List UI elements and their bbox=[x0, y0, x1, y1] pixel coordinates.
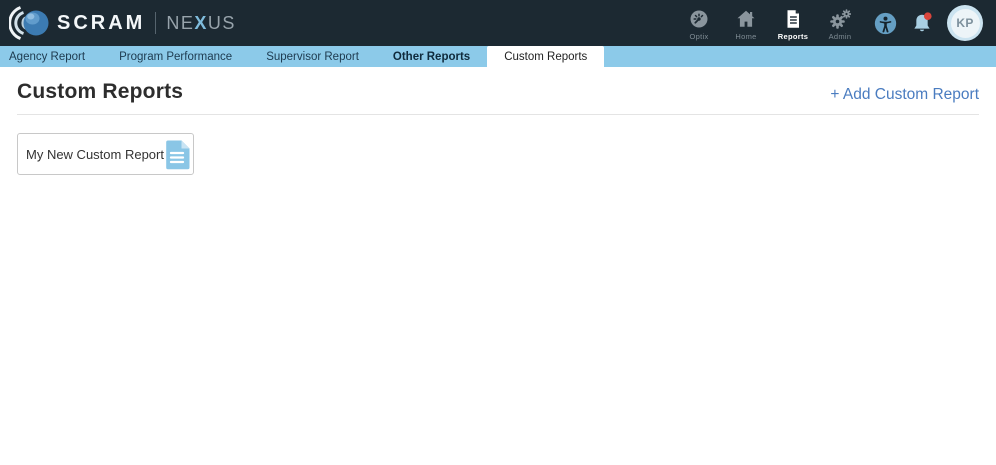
tab-other-reports[interactable]: Other Reports bbox=[376, 46, 487, 67]
topbar-actions: Optix Home bbox=[682, 5, 983, 41]
tab-agency-report[interactable]: Agency Report bbox=[0, 46, 102, 67]
notification-badge bbox=[924, 12, 932, 20]
nav-label-optix: Optix bbox=[689, 32, 708, 41]
notifications-button[interactable] bbox=[910, 11, 934, 35]
add-custom-report-link[interactable]: + Add Custom Report bbox=[830, 86, 979, 104]
nav-label-reports: Reports bbox=[778, 32, 808, 41]
user-avatar[interactable]: KP bbox=[947, 5, 983, 41]
bell-icon bbox=[910, 11, 934, 35]
header-divider bbox=[17, 114, 979, 115]
gauge-icon bbox=[689, 9, 709, 29]
reports-tab-bar: Agency Report Program Performance Superv… bbox=[0, 46, 996, 67]
tab-custom-reports[interactable]: Custom Reports bbox=[487, 46, 604, 67]
page-title: Custom Reports bbox=[17, 80, 183, 104]
nav-item-reports[interactable]: Reports bbox=[776, 6, 810, 41]
document-icon bbox=[783, 9, 803, 29]
custom-reports-page: Custom Reports + Add Custom Report My Ne… bbox=[0, 80, 996, 175]
nav-label-home: Home bbox=[735, 32, 756, 41]
accessibility-button[interactable] bbox=[874, 12, 897, 35]
home-icon bbox=[736, 9, 756, 29]
scram-globe-icon bbox=[9, 6, 49, 40]
top-navigation-bar: SCRAM NEXUS Optix bbox=[0, 0, 996, 46]
brand-scram-text: SCRAM bbox=[57, 13, 145, 33]
avatar-initials: KP bbox=[956, 16, 973, 30]
nav-item-optix[interactable]: Optix bbox=[682, 6, 716, 41]
scram-nexus-logo[interactable]: SCRAM NEXUS bbox=[9, 6, 236, 40]
report-document-icon bbox=[164, 139, 192, 170]
tab-supervisor-report[interactable]: Supervisor Report bbox=[249, 46, 376, 67]
brand-divider bbox=[155, 12, 156, 34]
gears-icon bbox=[829, 9, 851, 29]
nexus-x-glyph: X bbox=[194, 13, 208, 33]
brand-nexus-text: NEXUS bbox=[166, 14, 236, 32]
nav-label-admin: Admin bbox=[829, 32, 852, 41]
nav-item-admin[interactable]: Admin bbox=[823, 6, 857, 41]
report-card-title: My New Custom Report bbox=[26, 147, 164, 162]
accessibility-icon bbox=[874, 12, 897, 35]
tab-program-performance[interactable]: Program Performance bbox=[102, 46, 249, 67]
nav-item-home[interactable]: Home bbox=[729, 6, 763, 41]
page-header: Custom Reports + Add Custom Report bbox=[17, 80, 979, 104]
custom-report-card[interactable]: My New Custom Report bbox=[17, 133, 194, 175]
